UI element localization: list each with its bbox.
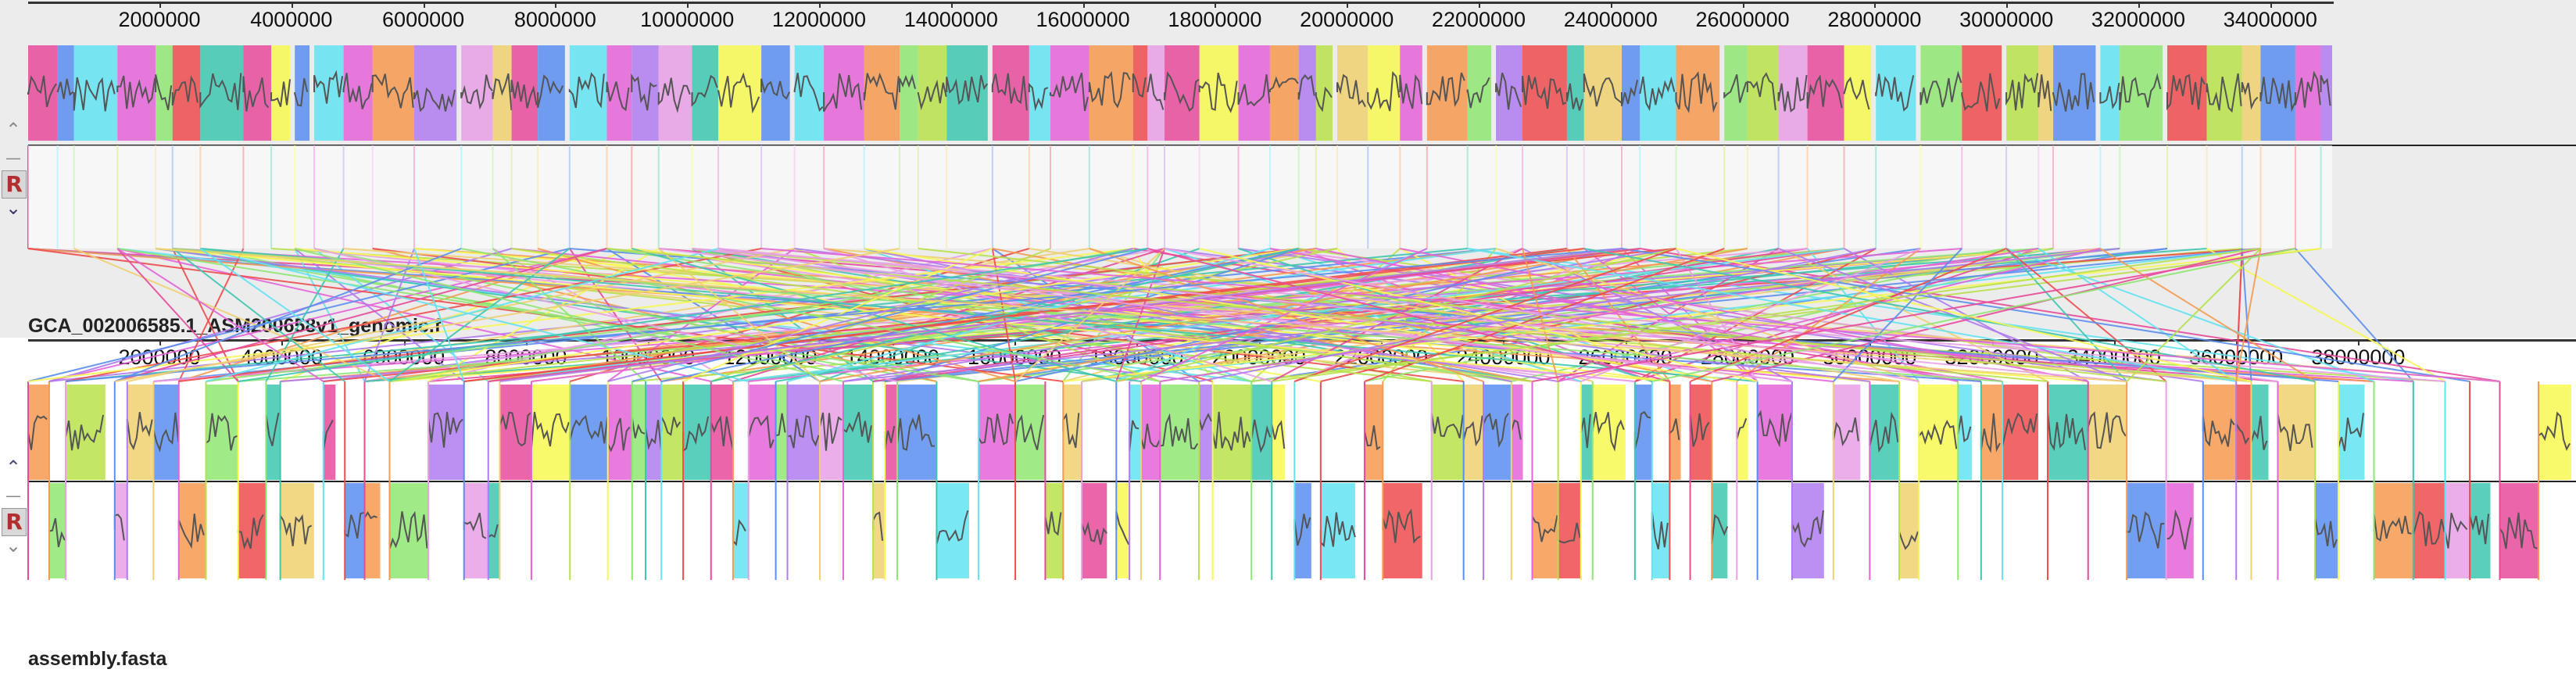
lcb-block	[114, 483, 127, 578]
lcb-block	[1467, 45, 1492, 141]
lcb-block	[900, 45, 918, 141]
lcb-block	[1833, 385, 1861, 480]
lcb-block	[488, 483, 500, 578]
lcb-block	[2120, 45, 2163, 141]
lcb-block	[1294, 483, 1311, 578]
lcb-block	[2088, 385, 2127, 480]
lcb-block	[1368, 45, 1401, 141]
lcb-block	[323, 385, 336, 480]
lcb-block	[2166, 483, 2194, 578]
lcb-block	[1676, 45, 1720, 141]
lcb-block	[1511, 385, 1523, 480]
lcb-block	[979, 385, 1016, 480]
lcb-block	[1580, 385, 1593, 480]
lcb-block	[345, 483, 365, 578]
lcb-block	[1920, 45, 1962, 141]
lcb-block	[661, 385, 684, 480]
lcb-block	[463, 483, 488, 578]
lcb-block	[1919, 385, 1959, 480]
connection-area	[28, 145, 2332, 249]
lcb-block	[1063, 385, 1082, 480]
lcb-block	[1147, 45, 1165, 141]
lcb-block	[1199, 385, 1213, 480]
lcb-block	[1089, 45, 1133, 141]
lcb-block	[761, 45, 790, 141]
lcb-block	[1160, 385, 1200, 480]
lcb-block	[1592, 385, 1626, 480]
lcb-block	[428, 385, 464, 480]
lcb-block	[1140, 385, 1161, 480]
lcb-block	[2295, 45, 2321, 141]
lcb-block	[1899, 483, 1919, 578]
lcb-block	[389, 483, 429, 578]
lcb-block	[748, 385, 776, 480]
lcb-block	[1383, 483, 1422, 578]
lcb-block	[1431, 385, 1464, 480]
lcb-block	[631, 45, 659, 141]
lcb-block	[1337, 45, 1368, 141]
lcb-block	[1238, 45, 1270, 141]
lcb-block	[28, 45, 58, 141]
lcb-block	[2206, 45, 2242, 141]
lcb-block	[2320, 45, 2332, 141]
lcb-block	[2006, 45, 2039, 141]
lcb-block	[569, 45, 607, 141]
lcb-block	[1962, 45, 2002, 141]
lcb-block	[2499, 483, 2539, 578]
lcb-block	[1199, 45, 1239, 141]
lcb-block	[200, 45, 244, 141]
lcb-block	[1844, 45, 1872, 141]
lcb-block	[1132, 45, 1148, 141]
lcb-block	[2413, 483, 2445, 578]
lcb-block	[413, 45, 457, 141]
lcb-block	[271, 45, 291, 141]
lcb-block	[1269, 45, 1299, 141]
lcb-block	[864, 45, 900, 141]
homology-connector	[2295, 248, 2414, 382]
lcb-block	[1566, 45, 1584, 141]
lcb-block	[843, 385, 874, 480]
lcb-block	[873, 483, 886, 578]
lcb-block	[531, 385, 571, 480]
lcb-block	[896, 385, 937, 480]
lcb-block	[28, 385, 49, 480]
lcb-block	[364, 483, 381, 578]
lcb-block	[794, 45, 825, 141]
lcb-block	[1558, 483, 1581, 578]
lcb-block	[1400, 45, 1422, 141]
lcb-block	[885, 385, 897, 480]
lcb-block	[372, 45, 414, 141]
lcb-block	[1634, 385, 1652, 480]
lcb-block	[2315, 483, 2338, 578]
lcb-block	[607, 385, 632, 480]
lcb-block	[1364, 385, 1383, 480]
lcb-block	[2236, 385, 2252, 480]
lcb-block	[1212, 385, 1252, 480]
alignment-visualization	[27, 45, 2576, 580]
